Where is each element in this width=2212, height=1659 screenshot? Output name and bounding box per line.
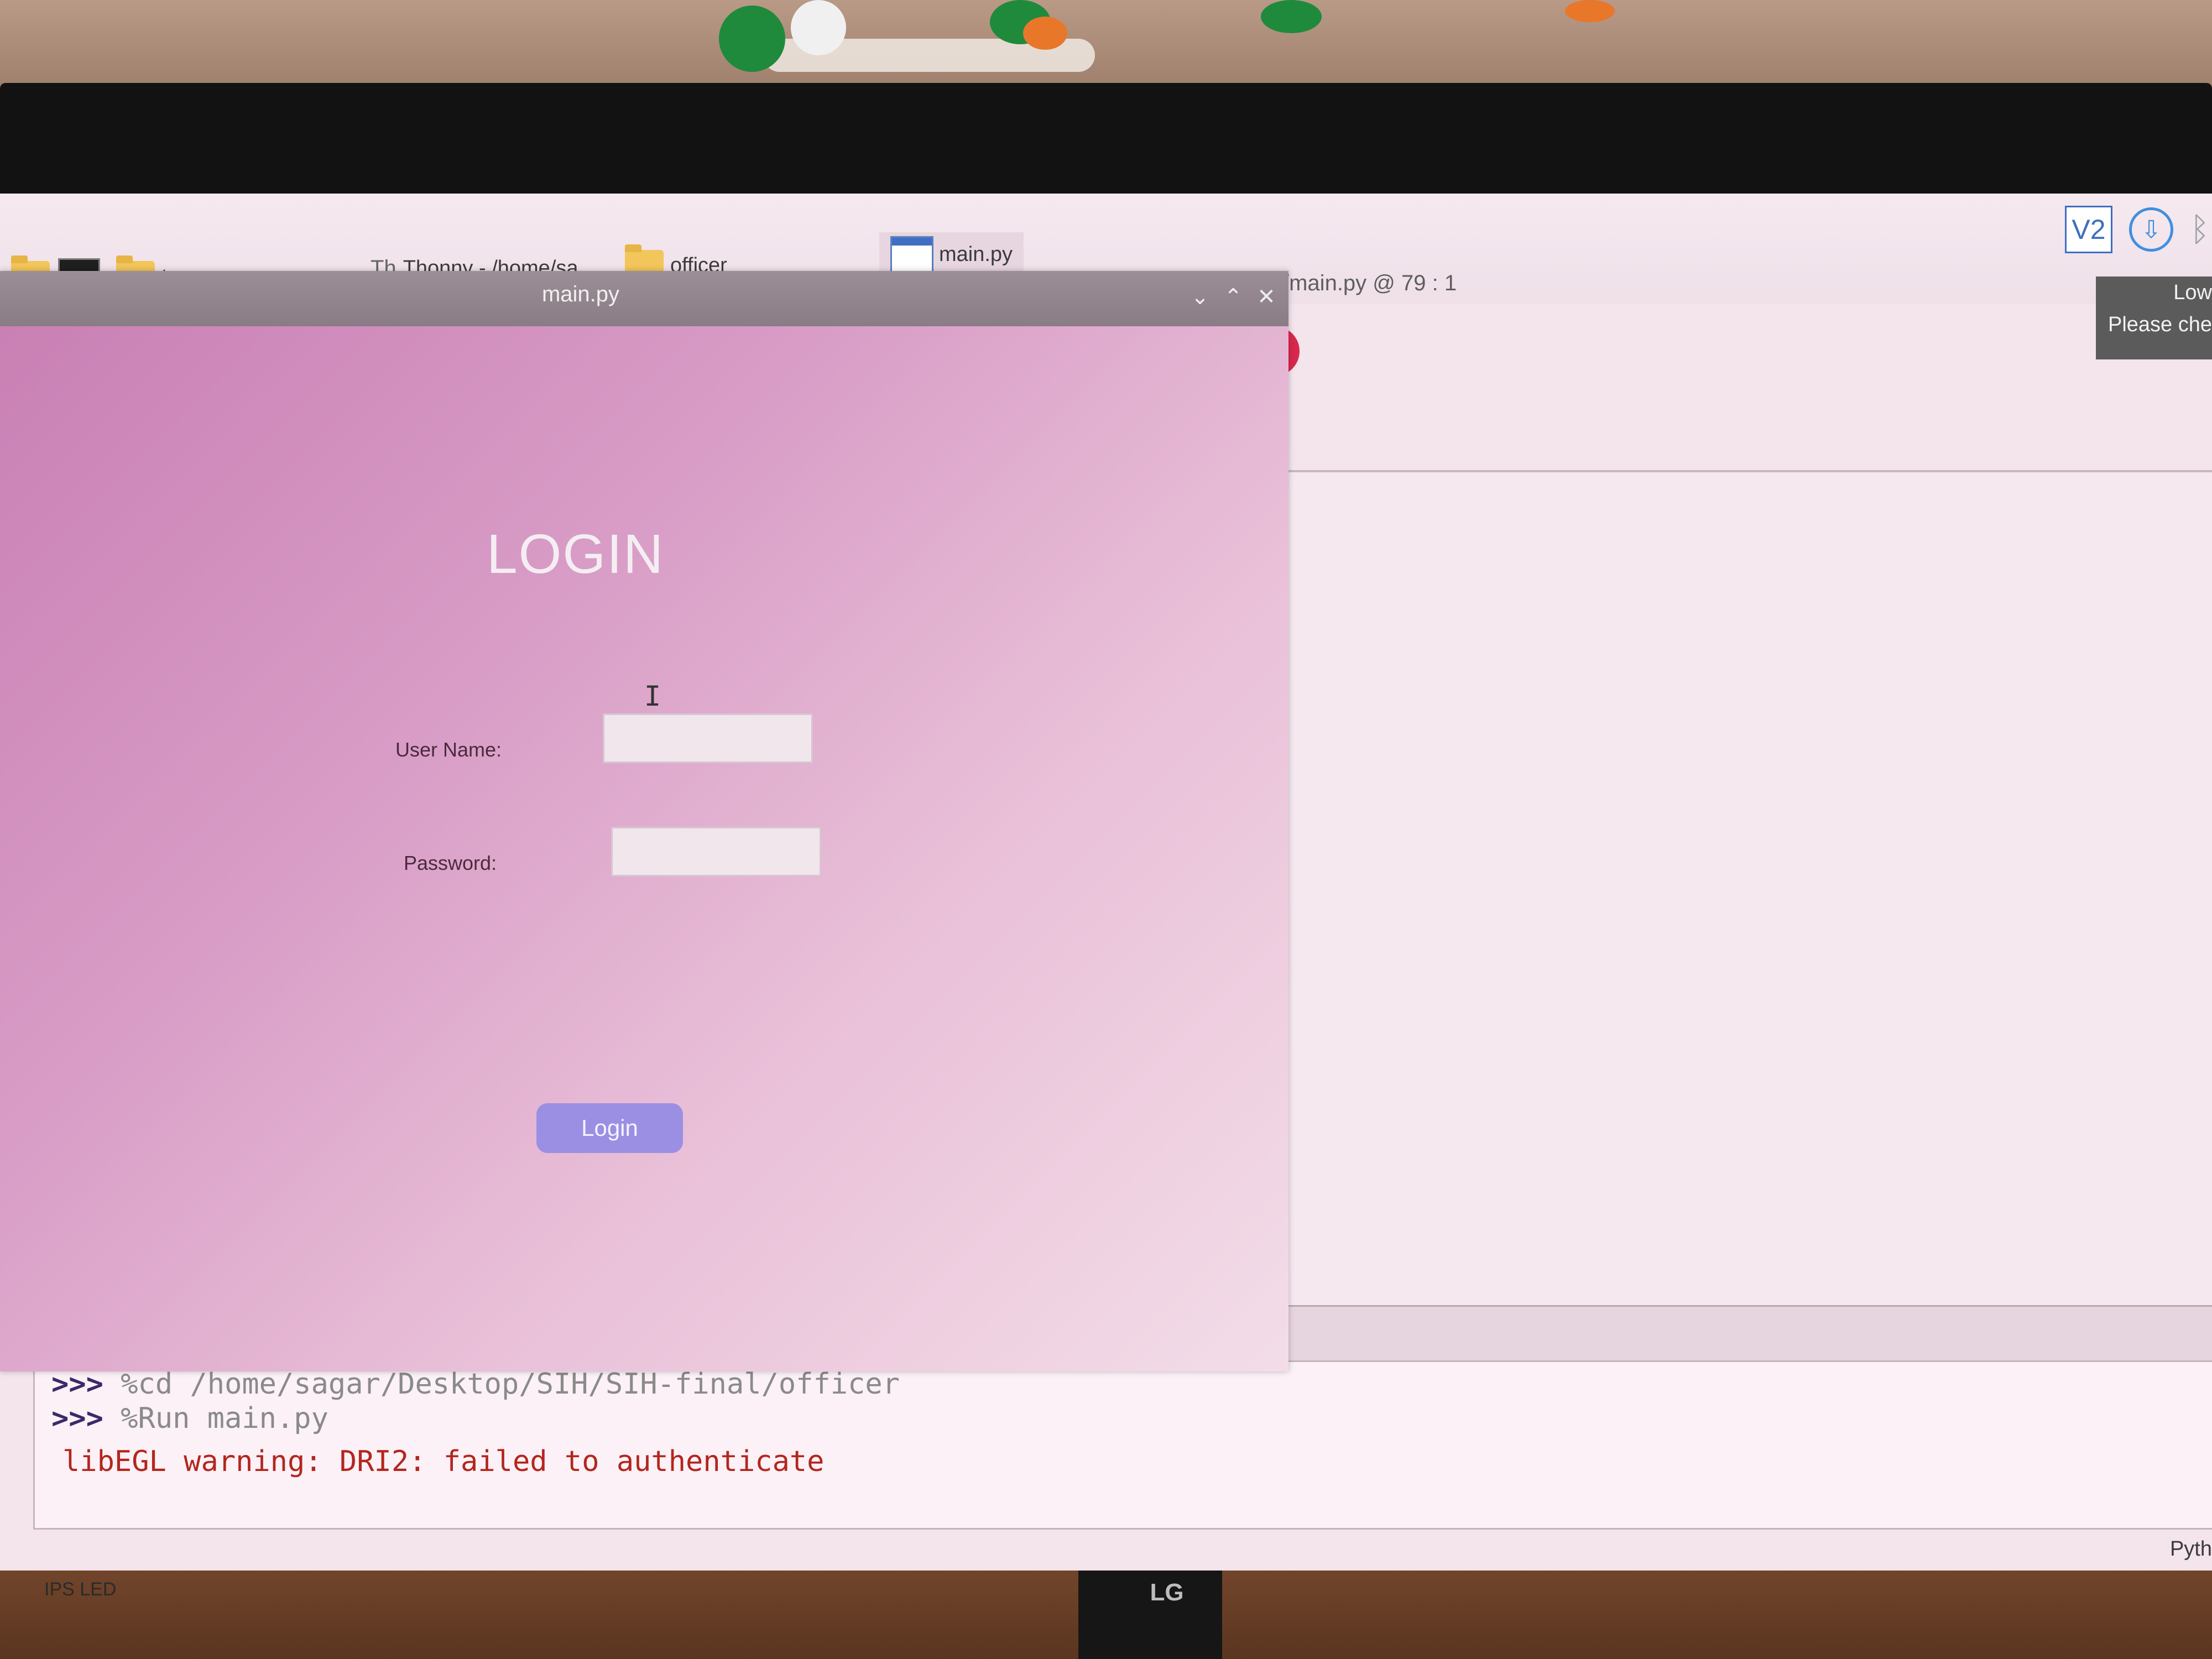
shell-prompt: >>> [51, 1368, 103, 1401]
notification-line-1: Low [2173, 281, 2212, 304]
minimize-button[interactable]: ⌄ [1186, 283, 1214, 311]
shell-warning: libEGL warning: DRI2: failed to authenti… [62, 1445, 825, 1478]
python-shell[interactable]: >>> %cd /home/sagar/Desktop/SIH/SIH-fina… [33, 1360, 2212, 1530]
shell-line: >>> %cd /home/sagar/Desktop/SIH/SIH-fina… [51, 1368, 900, 1401]
password-input[interactable] [611, 827, 821, 877]
window-title: main.py [541, 282, 620, 306]
balloon-white [791, 0, 846, 55]
monitor-brand-logo: LG [1150, 1579, 1184, 1606]
login-form: LOGIN User Name: I Password: Login [0, 326, 1288, 1371]
balloon-orange [1565, 0, 1615, 22]
username-input[interactable] [603, 713, 813, 763]
monitor-model-label: IPS LED [44, 1579, 117, 1600]
desktop-screen: >_ temp Th Thonny - /home/sa... officer … [0, 194, 2212, 1571]
monitor-bezel: IPS LED LG >_ temp Th Thonny - /home/sa.… [0, 83, 2212, 1606]
balloon-green [719, 6, 785, 72]
bluetooth-icon[interactable]: ᛒ [2190, 210, 2212, 249]
shell-command: %cd /home/sagar/Desktop/SIH/SIH-final/of… [103, 1368, 900, 1401]
login-heading: LOGIN [487, 523, 665, 585]
balloon-green [1261, 0, 1322, 33]
username-label: User Name: [395, 738, 502, 761]
editor-horizontal-scrollbar[interactable] [1288, 1305, 2212, 1362]
code-editor[interactable] [1288, 470, 2212, 1307]
taskbar-item-label: main.py [939, 242, 1013, 266]
close-button[interactable]: ✕ [1253, 283, 1280, 311]
notification-line-2: Please che [2107, 313, 2212, 336]
download-icon[interactable]: ⇩ [2129, 207, 2173, 252]
window-icon [890, 236, 933, 273]
text-cursor-icon: I [644, 680, 661, 712]
shell-prompt: >>> [51, 1402, 103, 1435]
interpreter-status[interactable]: Pyth [2170, 1537, 2212, 1561]
balloon-orange [1023, 17, 1067, 50]
window-titlebar[interactable]: main.py ⌄ ⌃ ✕ [0, 271, 1288, 326]
maximize-button[interactable]: ⌃ [1219, 283, 1247, 311]
thonny-window-title: /main.py @ 79 : 1 [1283, 271, 1457, 295]
shell-command: %Run main.py [103, 1402, 328, 1435]
login-button[interactable]: Login [536, 1103, 683, 1153]
login-window: main.py ⌄ ⌃ ✕ LOGIN User Name: I Passwor… [0, 271, 1288, 1371]
vnc-label: V2 [2072, 214, 2106, 245]
notification-popup[interactable]: Low Please che [2096, 276, 2212, 359]
taskbar-item-main-py[interactable]: main.py [879, 232, 1024, 276]
password-label: Password: [404, 852, 497, 874]
shell-line: >>> %Run main.py [51, 1402, 328, 1435]
system-tray: V2 ⇩ ᛒ [2065, 194, 2212, 265]
vnc-icon[interactable]: V2 [2065, 206, 2112, 253]
